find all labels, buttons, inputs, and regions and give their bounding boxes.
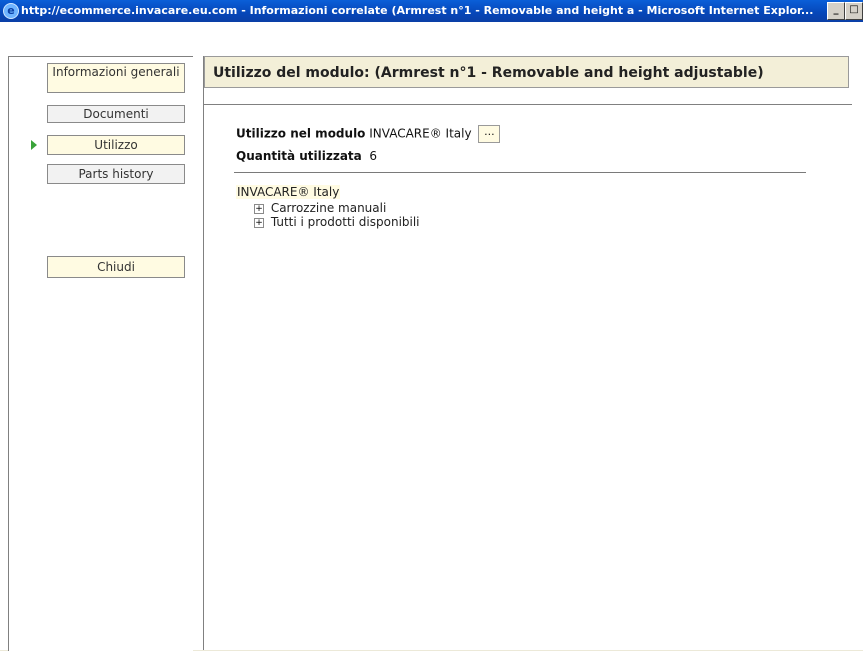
window-title: http://ecommerce.invacare.eu.com - Infor… [21,4,814,17]
sidebar-item-label: Informazioni generali [52,65,180,79]
page-title: Utilizzo del modulo: (Armrest n°1 - Remo… [204,56,849,88]
minimize-icon[interactable]: _ [827,2,845,20]
quantity-label: Quantità utilizzata [236,149,362,163]
expand-plus-icon[interactable]: + [254,217,264,228]
sidebar-item-label: Parts history [78,167,154,181]
close-button-label: Chiudi [97,260,135,274]
sidebar-item-informazioni-generali[interactable]: Informazioni generali [47,63,185,93]
tree-root[interactable]: INVACARE® Italy [236,185,341,199]
usage-panel: Utilizzo nel modulo INVACARE® Italy ... … [204,104,852,651]
sidebar: Informazioni generali Documenti Utilizzo… [8,56,193,651]
quantity-row: Quantità utilizzata 6 [236,149,377,163]
active-arrow-icon [31,140,37,150]
module-label: Utilizzo nel modulo [236,126,366,141]
close-button[interactable]: Chiudi [47,256,185,278]
sidebar-item-documenti[interactable]: Documenti [47,105,185,123]
maximize-icon[interactable]: □ [845,2,863,20]
internet-explorer-icon: e [3,3,19,19]
sidebar-item-parts-history[interactable]: Parts history [47,164,185,184]
browse-button[interactable]: ... [478,125,501,143]
tree-item-label[interactable]: Tutti i prodotti disponibili [271,215,420,229]
tree-item[interactable]: + Carrozzine manuali [254,201,386,215]
window-titlebar: e http://ecommerce.invacare.eu.com - Inf… [0,0,863,22]
tree-item-label[interactable]: Carrozzine manuali [271,201,386,215]
quantity-value: 6 [369,149,378,163]
tree-item[interactable]: + Tutti i prodotti disponibili [254,215,420,229]
sidebar-item-label: Utilizzo [94,138,138,152]
page-content: Informazioni generali Documenti Utilizzo… [0,22,863,651]
module-row: Utilizzo nel modulo INVACARE® Italy ... [236,125,501,143]
divider [234,172,806,173]
expand-plus-icon[interactable]: + [254,203,264,214]
module-value: INVACARE® Italy [369,126,472,141]
main-area: Utilizzo del modulo: (Armrest n°1 - Remo… [203,56,852,650]
sidebar-item-utilizzo[interactable]: Utilizzo [47,135,185,155]
sidebar-item-label: Documenti [83,107,149,121]
